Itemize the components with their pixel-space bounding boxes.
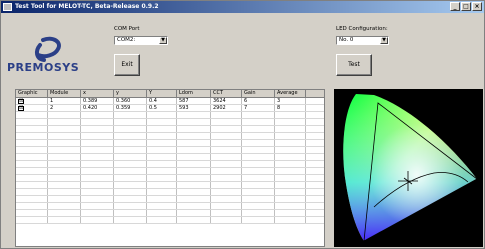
table-cell: 6 xyxy=(242,98,275,104)
led-config-value: No. 0 xyxy=(339,37,354,43)
table-cell: 8 xyxy=(275,105,306,111)
table-header: Graphic Module x y Y Ldom CCT Gain Avera… xyxy=(16,90,324,98)
chevron-down-icon[interactable]: ▼ xyxy=(380,37,388,44)
table-row[interactable]: ☑ 2 0.420 0.359 0.5 593 2902 7 8 xyxy=(16,105,324,112)
table-cell: 0.359 xyxy=(114,105,147,111)
maximize-button[interactable]: □ xyxy=(461,2,471,11)
graphic-checkbox[interactable]: ☑ xyxy=(18,106,24,111)
table-cell: 0.5 xyxy=(147,105,177,111)
com-port-value: COM2: xyxy=(117,37,136,43)
led-config-label: LED Configuration: xyxy=(336,26,388,32)
cie-chromaticity-diagram xyxy=(334,89,483,247)
table-cell: 0.4 xyxy=(147,98,177,104)
table-cell: 0.420 xyxy=(81,105,114,111)
table-cell: 1 xyxy=(48,98,81,104)
led-config-select[interactable]: No. 0 ▼ xyxy=(336,36,389,45)
column-header[interactable]: x xyxy=(81,90,114,97)
window-title: Test Tool for MELOT-TC, Beta-Release 0.9… xyxy=(15,3,159,10)
column-header[interactable]: CCT xyxy=(211,90,242,97)
app-window: Test Tool for MELOT-TC, Beta-Release 0.9… xyxy=(0,0,485,249)
results-table[interactable]: Graphic Module x y Y Ldom CCT Gain Avera… xyxy=(15,89,325,247)
table-cell: 0.389 xyxy=(81,98,114,104)
exit-button[interactable]: Exit xyxy=(114,54,140,76)
table-cell: 587 xyxy=(177,98,211,104)
com-port-label: COM Port xyxy=(114,26,140,32)
table-cell: 3 xyxy=(275,98,306,104)
table-cell: 2 xyxy=(48,105,81,111)
column-header[interactable]: Module xyxy=(48,90,81,97)
column-header[interactable]: Ldom xyxy=(177,90,211,97)
table-cell: 7 xyxy=(242,105,275,111)
table-cell: 593 xyxy=(177,105,211,111)
app-icon xyxy=(3,3,12,11)
test-button[interactable]: Test xyxy=(336,54,372,76)
table-row[interactable]: ☑ 1 0.389 0.360 0.4 587 3624 6 3 xyxy=(16,98,324,105)
column-header[interactable]: Graphic xyxy=(16,90,48,97)
chevron-down-icon[interactable]: ▼ xyxy=(159,37,167,44)
title-bar: Test Tool for MELOT-TC, Beta-Release 0.9… xyxy=(1,1,484,13)
table-cell: 3624 xyxy=(211,98,242,104)
minimize-button[interactable]: _ xyxy=(450,2,460,11)
column-header[interactable]: Average xyxy=(275,90,306,97)
close-button[interactable]: × xyxy=(472,2,482,11)
graphic-checkbox[interactable]: ☑ xyxy=(18,99,24,104)
table-cell: 0.360 xyxy=(114,98,147,104)
table-cell: 2902 xyxy=(211,105,242,111)
company-logo-text: PREMOSYS xyxy=(7,61,80,74)
com-port-select[interactable]: COM2: ▼ xyxy=(114,36,168,45)
column-header[interactable]: y xyxy=(114,90,147,97)
column-header[interactable]: Y xyxy=(147,90,177,97)
column-header[interactable]: Gain xyxy=(242,90,275,97)
